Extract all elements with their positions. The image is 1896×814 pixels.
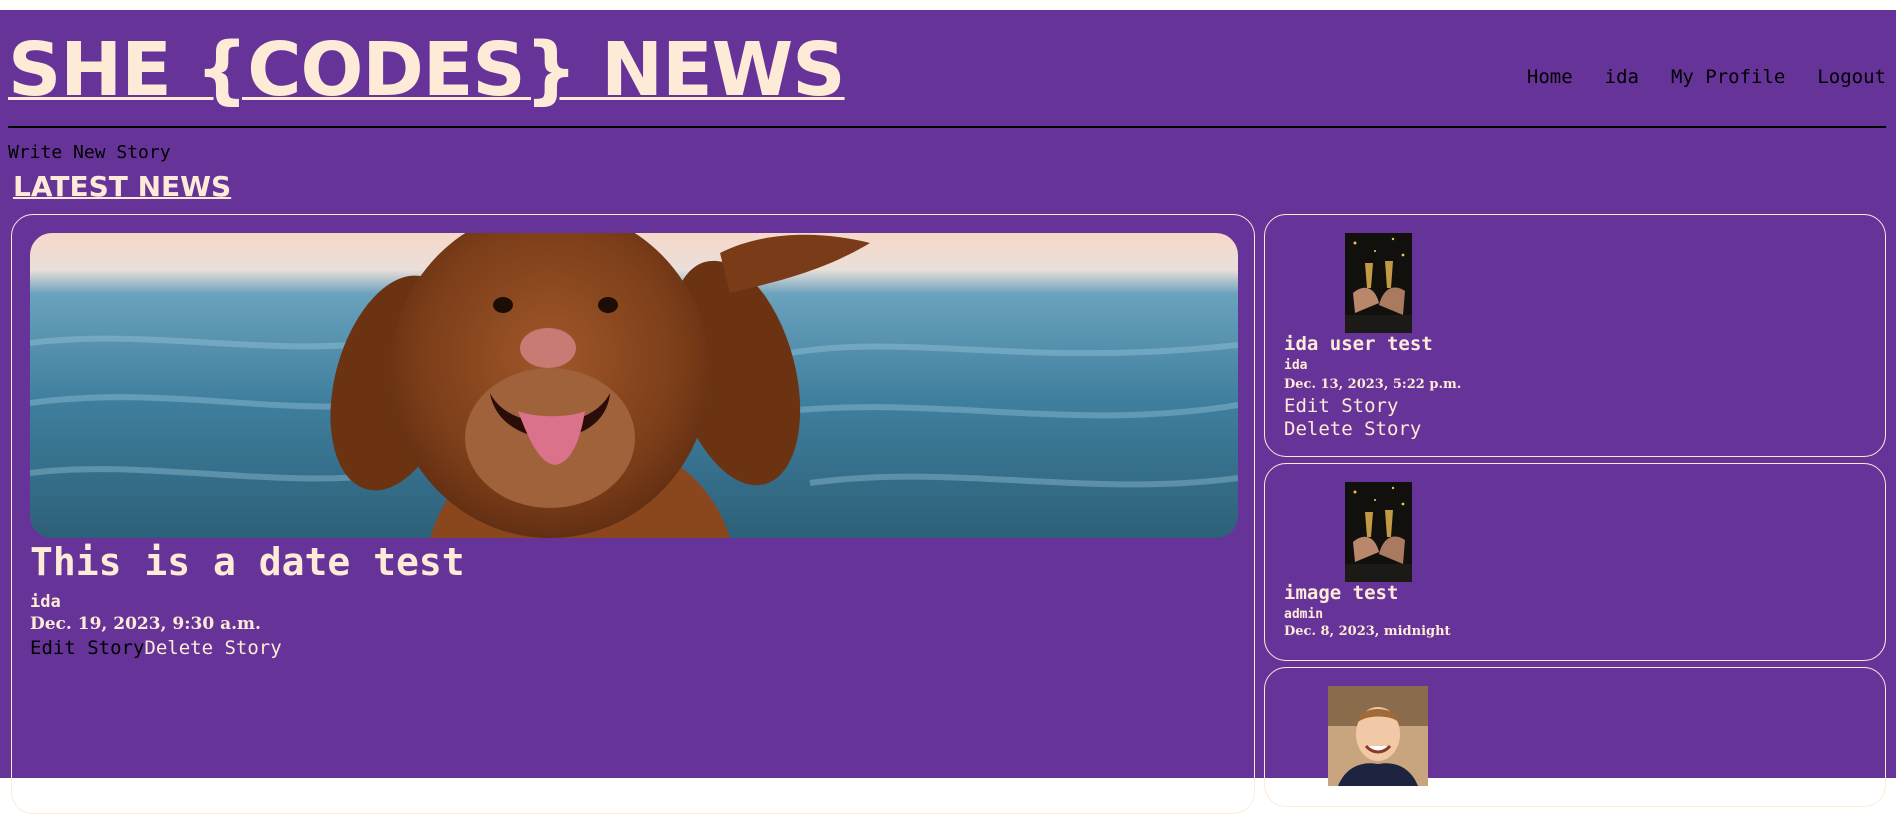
story-title[interactable]: image test (1284, 582, 1398, 604)
story-author: admin (1284, 607, 1324, 622)
story-thumbnail[interactable] (1345, 482, 1412, 582)
write-new-story-link[interactable]: Write New Story (8, 142, 171, 163)
story-card[interactable]: image test admin Dec. 8, 2023, midnight (1264, 463, 1886, 661)
main-nav: Home ida My Profile Logout (1527, 66, 1886, 88)
edit-story-link[interactable]: Edit Story (30, 637, 144, 659)
story-card[interactable]: ida user test ida Dec. 13, 2023, 5:22 p.… (1264, 214, 1886, 457)
latest-news-heading: LATEST NEWS (13, 170, 232, 203)
featured-story-actions: Edit StoryDelete Story (30, 637, 282, 659)
nav-user-link[interactable]: ida (1605, 66, 1639, 88)
story-thumbnail[interactable] (1345, 233, 1412, 333)
featured-story-title[interactable]: This is a date test (30, 540, 465, 584)
site-title[interactable]: SHE {CODES} NEWS (8, 30, 846, 110)
story-title[interactable]: ida user test (1284, 333, 1433, 355)
delete-story-link[interactable]: Delete Story (144, 637, 281, 659)
edit-story-link[interactable]: Edit Story (1284, 395, 1398, 417)
story-thumbnail[interactable] (1328, 686, 1428, 786)
delete-story-link[interactable]: Delete Story (1284, 418, 1421, 440)
featured-story-author: ida (30, 592, 61, 612)
nav-logout-link[interactable]: Logout (1817, 66, 1886, 88)
nav-my-profile-link[interactable]: My Profile (1671, 66, 1785, 88)
story-author: ida (1284, 358, 1308, 373)
story-date: Dec. 8, 2023, midnight (1284, 624, 1451, 639)
story-date: Dec. 13, 2023, 5:22 p.m. (1284, 377, 1462, 392)
story-card[interactable] (1264, 667, 1886, 807)
featured-story-date: Dec. 19, 2023, 9:30 a.m. (30, 614, 261, 634)
header-divider (8, 126, 1886, 128)
nav-home-link[interactable]: Home (1527, 66, 1573, 88)
featured-story-image[interactable] (30, 233, 1238, 538)
